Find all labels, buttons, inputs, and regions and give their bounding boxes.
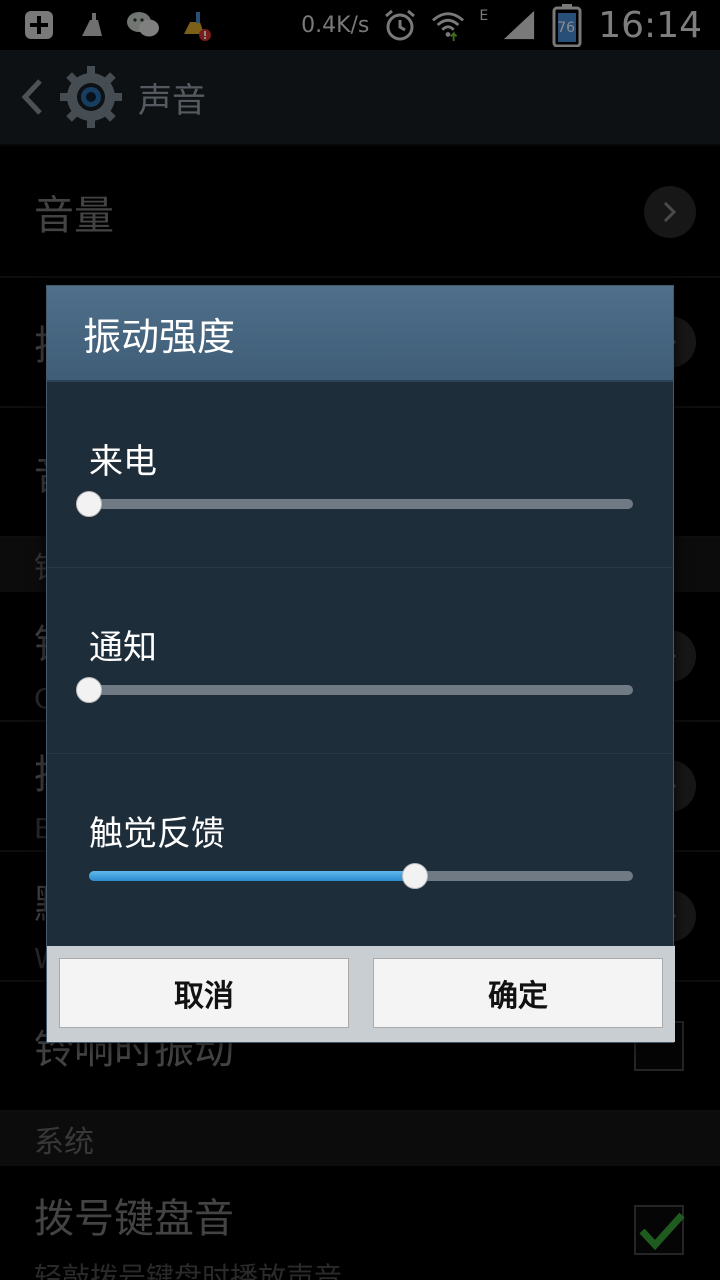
slider-thumb[interactable] bbox=[402, 863, 429, 889]
slider-track[interactable] bbox=[76, 491, 633, 517]
vibration-intensity-dialog: 振动强度 来电 通知 触觉反馈 取消 确定 bbox=[46, 285, 675, 1043]
slider-label: 通知 bbox=[89, 628, 157, 668]
slider-haptic-feedback: 触觉反馈 bbox=[47, 754, 673, 940]
slider-incoming-call: 来电 bbox=[47, 382, 673, 568]
slider-track[interactable] bbox=[89, 863, 633, 889]
slider-label: 触觉反馈 bbox=[89, 814, 225, 854]
slider-fill bbox=[89, 871, 416, 881]
dialog-buttons: 取消 确定 bbox=[47, 946, 675, 1042]
slider-thumb[interactable] bbox=[76, 491, 102, 517]
slider-thumb[interactable] bbox=[76, 677, 102, 703]
cancel-button[interactable]: 取消 bbox=[59, 958, 349, 1028]
slider-track[interactable] bbox=[76, 677, 633, 703]
dialog-title: 振动强度 bbox=[83, 314, 236, 359]
ok-button[interactable]: 确定 bbox=[373, 958, 663, 1028]
slider-label: 来电 bbox=[89, 442, 157, 482]
slider-notification: 通知 bbox=[47, 568, 673, 754]
dialog-header: 振动强度 bbox=[47, 286, 673, 382]
